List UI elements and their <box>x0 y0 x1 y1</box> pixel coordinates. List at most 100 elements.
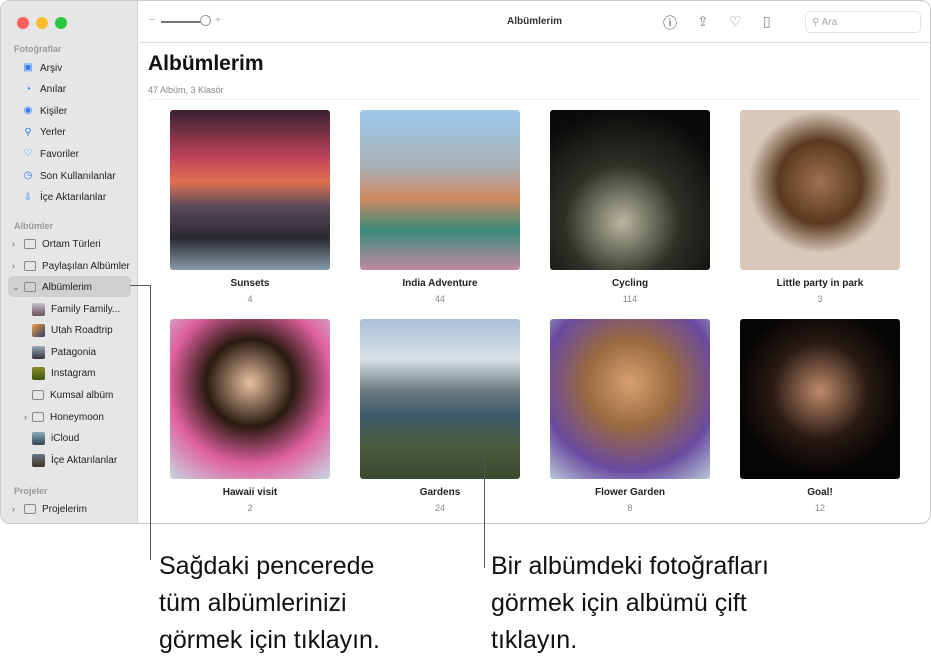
sidebar-item-media-types[interactable]: › Ortam Türleri <box>1 234 138 254</box>
rotate-icon[interactable]: ▯ <box>763 13 771 30</box>
sidebar-item[interactable]: ⇩ İçe Aktarılanlar <box>1 188 138 208</box>
info-icon[interactable]: ⓘ <box>663 13 677 33</box>
album-card[interactable]: Sunsets 4 <box>170 110 330 304</box>
album-cover[interactable] <box>360 319 520 479</box>
label: Honeymoon <box>50 411 104 423</box>
album-count: 8 <box>627 503 633 513</box>
album-cover[interactable] <box>170 319 330 479</box>
sidebar-item-my-albums[interactable]: ⌄ Albümlerim <box>1 276 138 297</box>
sidebar-item[interactable]: ▣ Arşiv <box>1 58 138 78</box>
album-name: Cycling <box>611 278 649 289</box>
album-card[interactable]: India Adventure 44 <box>360 110 520 304</box>
album-card[interactable]: Flower Garden 8 <box>550 319 710 513</box>
divider <box>148 99 920 100</box>
sidebar-item[interactable]: ♡ Favoriler <box>1 144 138 164</box>
section-header: Albümler <box>14 221 54 231</box>
label: İçe Aktarılanlar <box>51 454 118 466</box>
label: Ortam Türleri <box>42 238 101 250</box>
album-count: 44 <box>434 294 445 304</box>
album-name: Flower Garden <box>594 487 665 498</box>
label: Projelerim <box>42 503 88 515</box>
zoom-button[interactable] <box>55 17 67 29</box>
album-cover[interactable] <box>550 110 710 270</box>
section-header: Projeler <box>14 486 48 496</box>
sidebar-album-item[interactable]: Kumsal albüm <box>1 385 138 405</box>
album-cover[interactable] <box>170 110 330 270</box>
label: Anılar <box>40 84 67 96</box>
album-card[interactable]: Hawaii visit 2 <box>170 319 330 513</box>
folder-icon <box>32 412 44 422</box>
sidebar-item[interactable]: ◉ Kişiler <box>1 101 138 121</box>
album-cover[interactable] <box>740 110 900 270</box>
minimize-button[interactable] <box>36 17 48 29</box>
sidebar-album-item[interactable]: Patagonia <box>1 342 138 362</box>
sidebar-item-my-projects[interactable]: › Projelerim <box>1 499 138 519</box>
sidebar-album-item[interactable]: iCloud <box>1 429 138 449</box>
label: İçe Aktarılanlar <box>40 192 107 204</box>
sidebar-album-item[interactable]: İçe Aktarılanlar <box>1 450 138 470</box>
label: Son Kullanılanlar <box>40 170 116 182</box>
label: Utah Roadtrip <box>51 325 113 337</box>
sidebar-album-item[interactable]: Family Family... <box>1 299 138 319</box>
callout-text: görmek için albümü çift <box>491 589 747 617</box>
sidebar-item-shared-albums[interactable]: › Paylaşılan Albümler <box>1 256 138 276</box>
album-card[interactable]: Goal! 12 <box>740 319 900 513</box>
places-icon: ⚲ <box>24 126 32 138</box>
sidebar-item[interactable]: ◔ Anılar <box>1 80 138 100</box>
album-thumbnail <box>32 453 45 467</box>
album-card[interactable]: Cycling 114 <box>550 110 710 304</box>
sidebar-item[interactable]: ◷ Son Kullanılanlar <box>1 166 138 186</box>
label: iCloud <box>51 433 80 445</box>
album-count: 3 <box>817 294 823 304</box>
library-icon: ▣ <box>23 62 33 73</box>
callout-text: Bir albümdeki fotoğrafları <box>491 552 769 580</box>
album-card[interactable]: Gardens 24 <box>360 319 520 513</box>
sidebar-item[interactable]: ⚲ Yerler <box>1 123 138 143</box>
callout-line <box>484 456 485 568</box>
callout-text: tüm albümlerinizi <box>159 589 347 617</box>
album-count: 24 <box>434 503 445 513</box>
callout-text: tıklayın. <box>491 626 578 654</box>
label: Albümlerim <box>42 281 93 293</box>
callout-text: görmek için tıklayın. <box>159 626 380 654</box>
share-icon[interactable]: ⇪ <box>697 13 709 30</box>
import-icon: ⇩ <box>23 191 33 203</box>
callout-right: Bir albümdeki fotoğrafları görmek için al… <box>491 548 769 659</box>
close-button[interactable] <box>17 17 29 29</box>
search-input[interactable]: ⚲ Ara <box>805 11 921 33</box>
album-cover[interactable] <box>550 319 710 479</box>
label: Kumsal albüm <box>50 389 114 401</box>
shared-album-icon <box>24 261 36 271</box>
callout-text: Sağdaki pencerede <box>159 552 375 580</box>
search-icon: ⚲ <box>812 17 820 28</box>
label: Kişiler <box>40 105 68 117</box>
heart-icon: ♡ <box>23 148 33 160</box>
photos-window: Fotoğraflar ▣ Arşiv ◔ Anılar ◉ Kişiler ⚲ Yerler… <box>0 0 931 524</box>
album-cover[interactable] <box>360 110 520 270</box>
album-count: 2 <box>247 503 253 513</box>
sidebar-album-item[interactable]: Utah Roadtrip <box>1 321 138 341</box>
label: Family Family... <box>51 303 121 315</box>
album-icon <box>32 390 44 401</box>
page-title: Albümlerim <box>148 52 264 75</box>
sidebar: Fotoğraflar ▣ Arşiv ◔ Anılar ◉ Kişiler ⚲ Yerler… <box>1 1 138 523</box>
album-card[interactable]: Little party in park 3 <box>740 110 900 304</box>
album-count: 47 Albüm, 3 Klasör <box>148 85 224 95</box>
label: Favoriler <box>40 148 79 160</box>
album-cover[interactable] <box>740 319 900 479</box>
album-name: Gardens <box>419 487 461 498</box>
album-thumbnail <box>32 345 45 359</box>
sidebar-album-item[interactable]: Instagram <box>1 364 138 384</box>
search-placeholder: Ara <box>821 17 838 28</box>
callout-left: Sağdaki pencerede tüm albümlerinizi görmek… <box>159 548 380 659</box>
people-icon: ◉ <box>23 105 33 117</box>
album-folder-icon <box>24 239 36 249</box>
label: Arşiv <box>40 62 63 74</box>
album-name: Little party in park <box>776 278 864 289</box>
callout-line <box>150 285 151 560</box>
project-folder-icon <box>24 504 36 514</box>
album-thumbnail <box>32 367 45 381</box>
toolbar: − + Albümlerim ⓘ ⇪ ♡ ▯ ⚲ Ara <box>139 1 930 43</box>
sidebar-album-item[interactable]: › Honeymoon <box>1 407 138 427</box>
heart-icon[interactable]: ♡ <box>729 13 742 30</box>
